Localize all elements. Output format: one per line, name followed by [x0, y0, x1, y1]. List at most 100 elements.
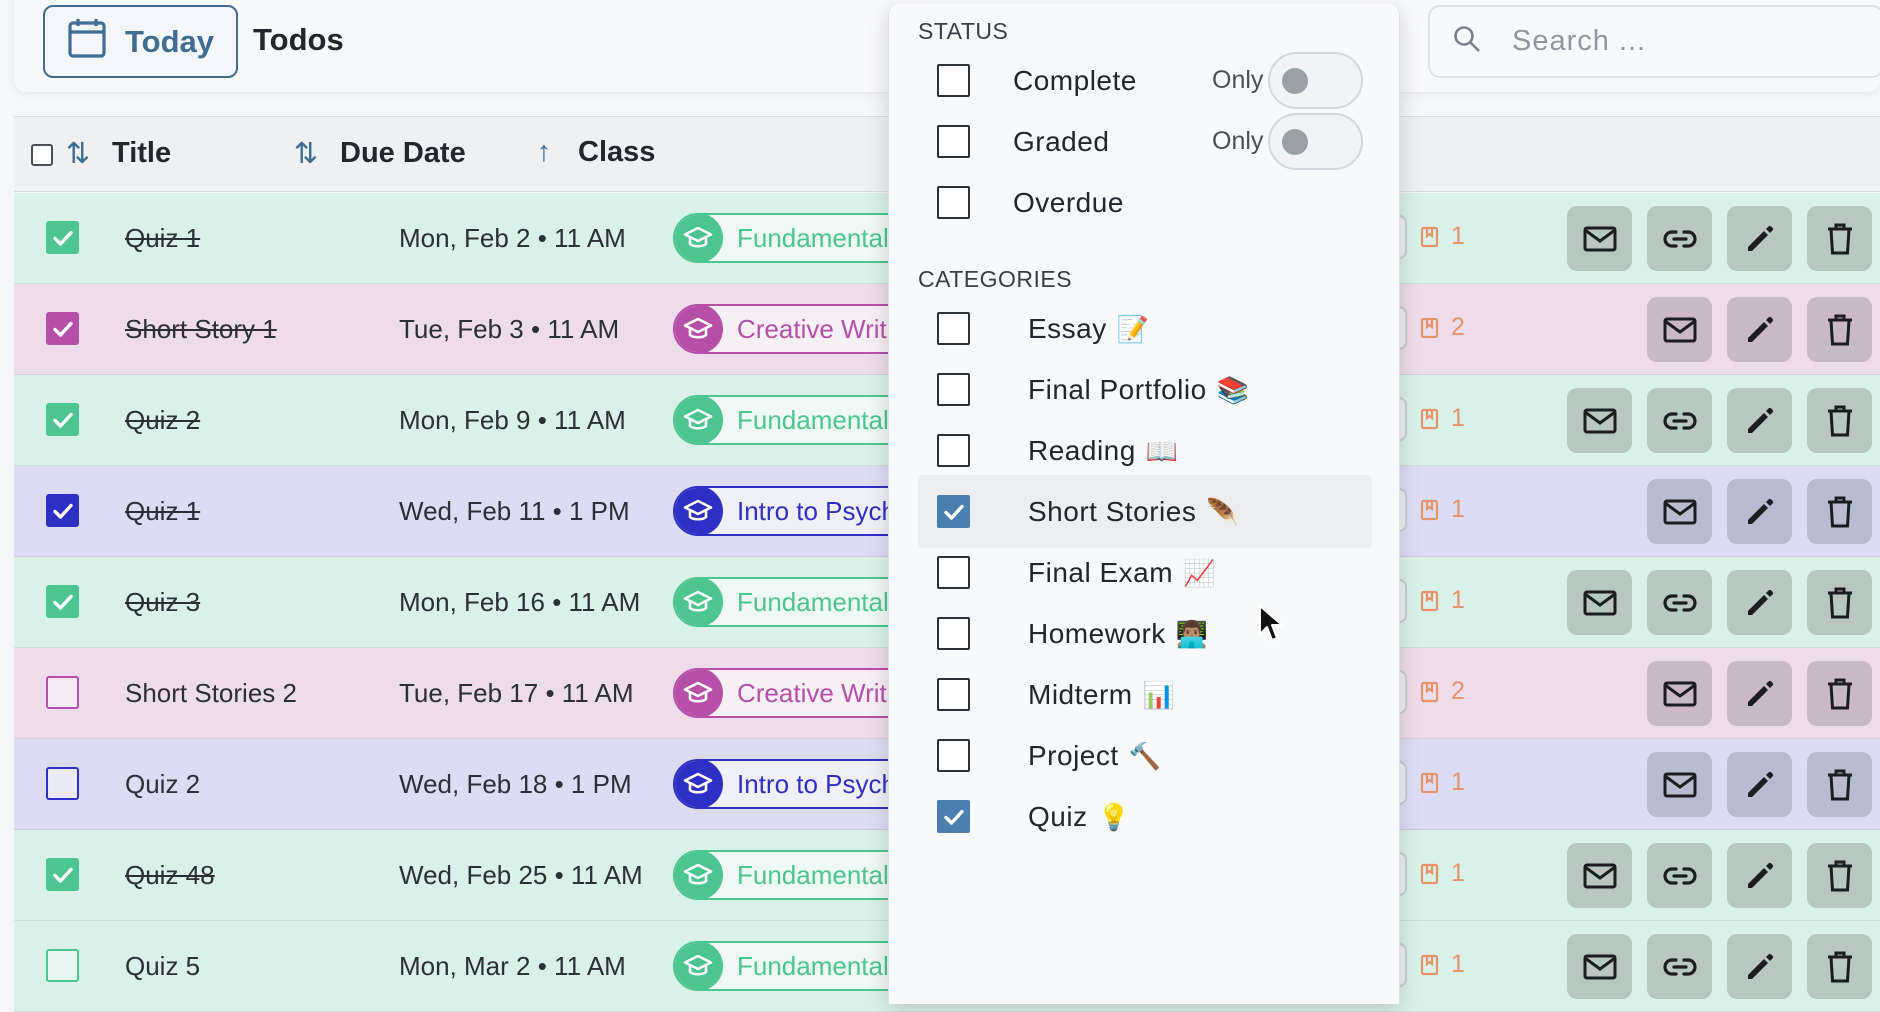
category-label: Short Stories 🪶	[1028, 496, 1239, 528]
category-checkbox[interactable]	[937, 373, 970, 406]
email-button[interactable]	[1567, 206, 1632, 271]
edit-button[interactable]	[1727, 297, 1792, 362]
row-title[interactable]: Quiz 5	[125, 951, 200, 982]
email-button[interactable]	[1567, 570, 1632, 635]
edit-button[interactable]	[1727, 388, 1792, 453]
graded-only-toggle[interactable]	[1268, 113, 1363, 170]
edit-button[interactable]	[1727, 570, 1792, 635]
link-button[interactable]	[1647, 570, 1712, 635]
delete-button[interactable]	[1807, 661, 1872, 726]
trash-icon	[1821, 220, 1859, 258]
class-badge[interactable]: Intro to Psychology	[673, 759, 903, 809]
row-checkbox[interactable]	[46, 676, 79, 709]
class-name: Intro to Psychology	[737, 495, 901, 526]
delete-button[interactable]	[1807, 388, 1872, 453]
sort-ascending-icon[interactable]: ↑	[530, 136, 558, 169]
points-badge: 1	[1420, 859, 1465, 888]
row-checkbox[interactable]	[46, 949, 79, 982]
edit-button[interactable]	[1727, 661, 1792, 726]
delete-button[interactable]	[1807, 752, 1872, 817]
link-button[interactable]	[1647, 388, 1712, 453]
email-button[interactable]	[1647, 752, 1712, 817]
row-checkbox[interactable]	[46, 403, 79, 436]
category-name: Reading	[1028, 434, 1136, 466]
class-badge[interactable]: Fundamentals	[673, 213, 903, 263]
link-button[interactable]	[1647, 843, 1712, 908]
category-checkbox[interactable]	[937, 556, 970, 589]
row-title[interactable]: Quiz 1	[125, 223, 200, 254]
search-input[interactable]	[1512, 25, 1832, 58]
column-class[interactable]: ↑ Class	[530, 136, 656, 169]
category-checkbox[interactable]	[937, 495, 970, 528]
row-title[interactable]: Short Story 1	[125, 314, 277, 345]
toggle-knob	[1282, 68, 1308, 94]
delete-button[interactable]	[1807, 843, 1872, 908]
graded-checkbox[interactable]	[937, 125, 970, 158]
points-value: 1	[1451, 950, 1465, 978]
edit-button[interactable]	[1727, 479, 1792, 544]
row-title[interactable]: Quiz 1	[125, 496, 200, 527]
row-checkbox[interactable]	[46, 858, 79, 891]
category-option[interactable]: Quiz 💡	[918, 780, 1372, 853]
class-badge[interactable]: Intro to Psychology	[673, 486, 903, 536]
row-checkbox[interactable]	[46, 221, 79, 254]
row-title[interactable]: Quiz 2	[125, 405, 200, 436]
class-badge[interactable]: Fundamentals	[673, 850, 903, 900]
delete-button[interactable]	[1807, 934, 1872, 999]
delete-button[interactable]	[1807, 206, 1872, 271]
category-checkbox[interactable]	[937, 312, 970, 345]
pencil-icon	[1741, 584, 1779, 622]
email-button[interactable]	[1647, 479, 1712, 544]
category-checkbox[interactable]	[937, 678, 970, 711]
complete-checkbox[interactable]	[937, 64, 970, 97]
email-button[interactable]	[1567, 843, 1632, 908]
class-badge[interactable]: Fundamentals	[673, 941, 903, 991]
overdue-checkbox[interactable]	[937, 186, 970, 219]
email-button[interactable]	[1567, 388, 1632, 453]
search-box[interactable]	[1428, 5, 1880, 78]
row-checkbox[interactable]	[46, 312, 79, 345]
sort-both-icon[interactable]: ⇅	[292, 136, 320, 171]
category-checkbox[interactable]	[937, 800, 970, 833]
row-checkbox[interactable]	[46, 494, 79, 527]
trash-icon	[1821, 948, 1859, 986]
row-checkbox[interactable]	[46, 585, 79, 618]
status-option-overdue[interactable]: Overdue	[918, 166, 1372, 239]
email-button[interactable]	[1567, 934, 1632, 999]
row-checkbox[interactable]	[46, 767, 79, 800]
class-badge[interactable]: Creative Writing	[673, 668, 903, 718]
today-button[interactable]: Today	[43, 5, 238, 78]
link-button[interactable]	[1647, 206, 1712, 271]
graduation-cap-icon	[675, 761, 723, 807]
row-title[interactable]: Quiz 2	[125, 769, 200, 800]
category-emoji-icon: 📝	[1116, 313, 1150, 344]
category-checkbox[interactable]	[937, 739, 970, 772]
row-title[interactable]: Short Stories 2	[125, 678, 297, 709]
mail-icon	[1661, 493, 1699, 531]
delete-button[interactable]	[1807, 297, 1872, 362]
delete-button[interactable]	[1807, 479, 1872, 544]
sort-both-icon[interactable]: ⇅	[64, 136, 92, 171]
edit-button[interactable]	[1727, 752, 1792, 817]
delete-button[interactable]	[1807, 570, 1872, 635]
email-button[interactable]	[1647, 661, 1712, 726]
bookmark-icon	[1420, 681, 1439, 703]
class-badge[interactable]: Fundamentals	[673, 395, 903, 445]
select-all-checkbox[interactable]	[31, 144, 53, 166]
row-title[interactable]: Quiz 48	[125, 860, 215, 891]
category-checkbox[interactable]	[937, 434, 970, 467]
edit-button[interactable]	[1727, 843, 1792, 908]
category-checkbox[interactable]	[937, 617, 970, 650]
row-title[interactable]: Quiz 3	[125, 587, 200, 618]
email-button[interactable]	[1647, 297, 1712, 362]
column-due-date[interactable]: ⇅ Due Date	[292, 136, 466, 171]
graduation-cap-icon	[675, 397, 723, 443]
points-badge: 1	[1420, 404, 1465, 433]
edit-button[interactable]	[1727, 934, 1792, 999]
column-title[interactable]: ⇅ Title	[64, 136, 171, 171]
complete-only-toggle[interactable]	[1268, 52, 1363, 109]
class-badge[interactable]: Creative Writing	[673, 304, 903, 354]
link-button[interactable]	[1647, 934, 1712, 999]
edit-button[interactable]	[1727, 206, 1792, 271]
class-badge[interactable]: Fundamentals	[673, 577, 903, 627]
